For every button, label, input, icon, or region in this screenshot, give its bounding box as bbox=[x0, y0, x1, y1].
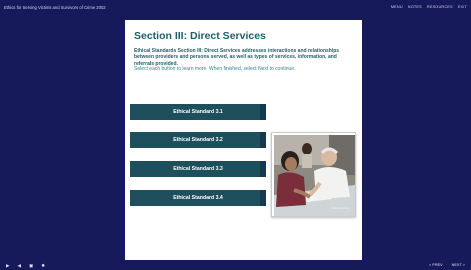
slide-title: Section III: Direct Services bbox=[134, 30, 266, 42]
top-bar: Ethics for Serving Victims and Survivors… bbox=[0, 0, 471, 14]
photo-credit: ©iStockphoto bbox=[331, 206, 349, 210]
ethical-standard-3-4-button[interactable]: Ethical Standard 3.4 bbox=[130, 190, 266, 206]
ethical-standard-3-3-button[interactable]: Ethical Standard 3.3 bbox=[130, 161, 266, 177]
playback-controls: ▶ ◀ ▣ ✹ bbox=[6, 263, 45, 268]
menu-link[interactable]: MENU bbox=[391, 5, 403, 9]
prev-button[interactable]: < PREV bbox=[429, 263, 443, 267]
button-label: Ethical Standard 3.3 bbox=[173, 166, 223, 172]
slide-intro-text: Ethical Standards Section III: Direct Se… bbox=[134, 48, 340, 67]
exit-link[interactable]: EXIT bbox=[458, 5, 467, 9]
play-icon[interactable]: ▶ bbox=[6, 263, 9, 268]
button-label: Ethical Standard 3.1 bbox=[173, 109, 223, 115]
photo: ©iStockphoto bbox=[271, 132, 356, 217]
next-button[interactable]: NEXT > bbox=[452, 263, 465, 267]
player-controls-bar: ▶ ◀ ▣ ✹ < PREV NEXT > bbox=[0, 260, 471, 270]
course-title: Ethics for Serving Victims and Survivors… bbox=[4, 4, 106, 10]
top-menu: MENU NOTES RESOURCES EXIT bbox=[391, 5, 467, 9]
resources-link[interactable]: RESOURCES bbox=[427, 5, 453, 9]
volume-icon[interactable]: ◀ bbox=[17, 263, 20, 268]
button-label: Ethical Standard 3.4 bbox=[173, 195, 223, 201]
slide-instruction-text: Select each button to learn more. When f… bbox=[134, 66, 296, 72]
captions-icon[interactable]: ▣ bbox=[29, 263, 33, 268]
button-label: Ethical Standard 3.2 bbox=[173, 137, 223, 143]
slide-navigation: < PREV NEXT > bbox=[429, 263, 465, 267]
people-photo-illustration bbox=[274, 135, 355, 216]
notes-link[interactable]: NOTES bbox=[408, 5, 422, 9]
settings-icon[interactable]: ✹ bbox=[41, 263, 45, 268]
slide-content: Section III: Direct Services Ethical Sta… bbox=[125, 20, 362, 260]
ethical-standard-3-1-button[interactable]: Ethical Standard 3.1 bbox=[130, 104, 266, 120]
ethical-standard-3-2-button[interactable]: Ethical Standard 3.2 bbox=[130, 132, 266, 148]
